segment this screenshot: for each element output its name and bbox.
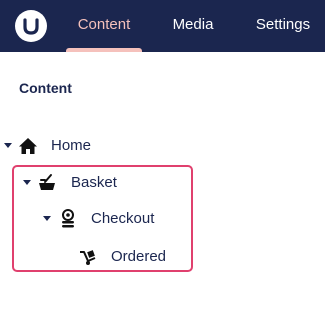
tree-node-home[interactable]: Home bbox=[0, 134, 110, 158]
tree-node-label: Home bbox=[51, 137, 92, 154]
highlight-box bbox=[12, 165, 193, 272]
home-icon bbox=[19, 138, 37, 154]
section-title: Content bbox=[19, 80, 72, 96]
umbraco-logo-icon[interactable] bbox=[15, 10, 47, 42]
tab-content[interactable]: Content bbox=[66, 0, 142, 52]
active-tab-indicator bbox=[66, 48, 142, 52]
top-navigation-bar: Content Media Settings bbox=[0, 0, 325, 52]
tab-settings[interactable]: Settings bbox=[248, 0, 318, 52]
tab-media[interactable]: Media bbox=[166, 0, 220, 52]
caret-down-icon[interactable] bbox=[3, 140, 13, 150]
